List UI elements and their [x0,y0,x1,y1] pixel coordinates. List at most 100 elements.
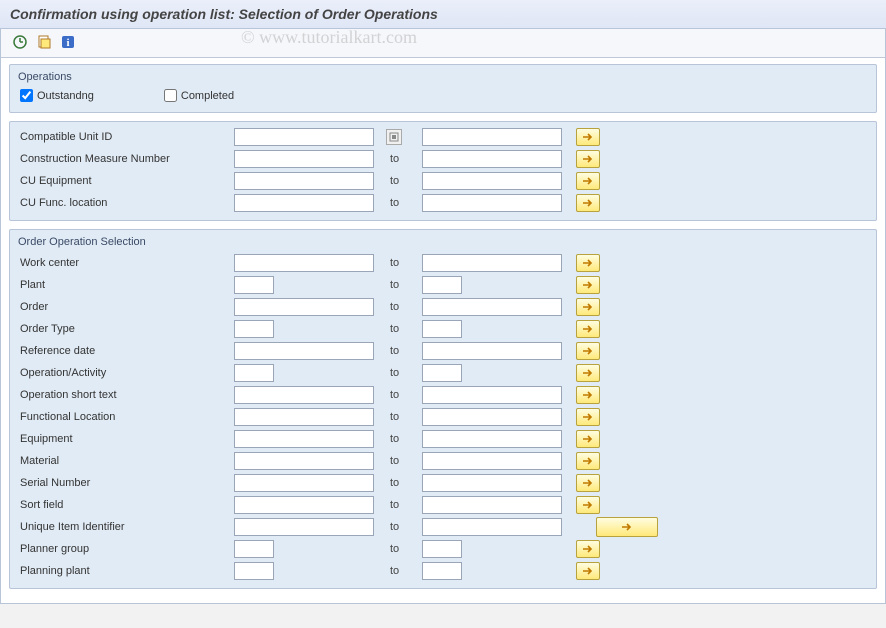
order-row-2-to-input[interactable] [422,298,562,316]
multiple-selection-button[interactable] [576,150,600,168]
order-row-3-to-input[interactable] [422,320,462,338]
order-row-14-label: Planning plant [20,565,230,577]
order-row-10-from-input[interactable] [234,474,374,492]
order-row-14-to-input[interactable] [422,562,462,580]
get-variant-icon[interactable] [35,33,53,51]
order-row-0-label: Work center [20,257,230,269]
to-label: to [388,323,418,335]
to-label: to [388,175,418,187]
order-row-1-from-input[interactable] [234,276,274,294]
order-row-11-from-input[interactable] [234,496,374,514]
watermark: © www.tutorialkart.com [241,27,417,48]
order-row-7-from-input[interactable] [234,408,374,426]
to-label: to [388,543,418,555]
svg-text:i: i [66,37,69,49]
order-row-6-from-input[interactable] [234,386,374,404]
order-row-1-to-input[interactable] [422,276,462,294]
to-label: to [388,345,418,357]
multiple-selection-button[interactable] [576,128,600,146]
multiple-selection-button[interactable] [576,408,600,426]
multiple-selection-button[interactable] [576,364,600,382]
order-row-5-label: Operation/Activity [20,367,230,379]
to-label: to [388,433,418,445]
execute-icon[interactable] [11,33,29,51]
cu-row-0-label: Compatible Unit ID [20,131,230,143]
multiple-selection-button[interactable] [576,320,600,338]
to-label: to [388,477,418,489]
order-row-11-to-input[interactable] [422,496,562,514]
order-row-9-from-input[interactable] [234,452,374,470]
multiple-selection-button[interactable] [576,298,600,316]
order-row-5-from-input[interactable] [234,364,274,382]
page-title: Confirmation using operation list: Selec… [0,0,886,29]
order-row-4-from-input[interactable] [234,342,374,360]
completed-checkbox[interactable] [164,89,177,102]
order-row-12-from-input[interactable] [234,518,374,536]
cu-row-0-to-input[interactable] [422,128,562,146]
order-row-12-to-input[interactable] [422,518,562,536]
outstanding-checkbox-wrap[interactable]: Outstandng [20,89,94,102]
completed-checkbox-wrap[interactable]: Completed [164,89,234,102]
multiple-selection-button[interactable] [576,172,600,190]
to-label: to [388,257,418,269]
order-row-2-label: Order [20,301,230,313]
to-label: to [388,279,418,291]
order-row-4-to-input[interactable] [422,342,562,360]
to-label: to [388,389,418,401]
multiple-selection-button[interactable] [576,474,600,492]
search-help-icon[interactable] [386,129,402,145]
order-row-8-to-input[interactable] [422,430,562,448]
multiple-selection-button[interactable] [576,386,600,404]
order-row-7-to-input[interactable] [422,408,562,426]
multiple-selection-button[interactable] [596,517,658,537]
to-label: to [388,153,418,165]
cu-row-2-to-input[interactable] [422,172,562,190]
cu-row-1-label: Construction Measure Number [20,153,230,165]
multiple-selection-button[interactable] [576,540,600,558]
order-row-9-to-input[interactable] [422,452,562,470]
order-row-6-label: Operation short text [20,389,230,401]
order-row-6-to-input[interactable] [422,386,562,404]
multiple-selection-button[interactable] [576,562,600,580]
cu-row-3-from-input[interactable] [234,194,374,212]
info-icon[interactable]: i [59,33,77,51]
multiple-selection-button[interactable] [576,276,600,294]
cu-row-3-label: CU Func. location [20,197,230,209]
order-row-8-from-input[interactable] [234,430,374,448]
multiple-selection-button[interactable] [576,194,600,212]
order-row-14-from-input[interactable] [234,562,274,580]
to-label: to [388,565,418,577]
multiple-selection-button[interactable] [576,430,600,448]
order-row-4-label: Reference date [20,345,230,357]
order-row-0-from-input[interactable] [234,254,374,272]
outstanding-checkbox[interactable] [20,89,33,102]
to-label: to [388,197,418,209]
to-label: to [388,411,418,423]
order-row-13-to-input[interactable] [422,540,462,558]
order-row-12-label: Unique Item Identifier [20,521,230,533]
to-label: to [388,499,418,511]
application-toolbar: i © www.tutorialkart.com [1,29,885,58]
order-row-5-to-input[interactable] [422,364,462,382]
order-row-13-label: Planner group [20,543,230,555]
order-row-8-label: Equipment [20,433,230,445]
order-row-10-label: Serial Number [20,477,230,489]
order-row-13-from-input[interactable] [234,540,274,558]
multiple-selection-button[interactable] [576,496,600,514]
cu-row-1-to-input[interactable] [422,150,562,168]
multiple-selection-button[interactable] [576,452,600,470]
order-operation-group-title: Order Operation Selection [10,234,876,252]
cu-row-2-from-input[interactable] [234,172,374,190]
multiple-selection-button[interactable] [576,342,600,360]
cu-row-3-to-input[interactable] [422,194,562,212]
order-row-0-to-input[interactable] [422,254,562,272]
cu-row-0-from-input[interactable] [234,128,374,146]
multiple-selection-button[interactable] [576,254,600,272]
order-row-2-from-input[interactable] [234,298,374,316]
cu-group: Compatible Unit ID Construction Measure N… [9,121,877,221]
cu-row-1-from-input[interactable] [234,150,374,168]
operations-group: Operations Outstandng Completed [9,64,877,113]
to-label: to [388,521,418,533]
order-row-3-from-input[interactable] [234,320,274,338]
order-row-10-to-input[interactable] [422,474,562,492]
